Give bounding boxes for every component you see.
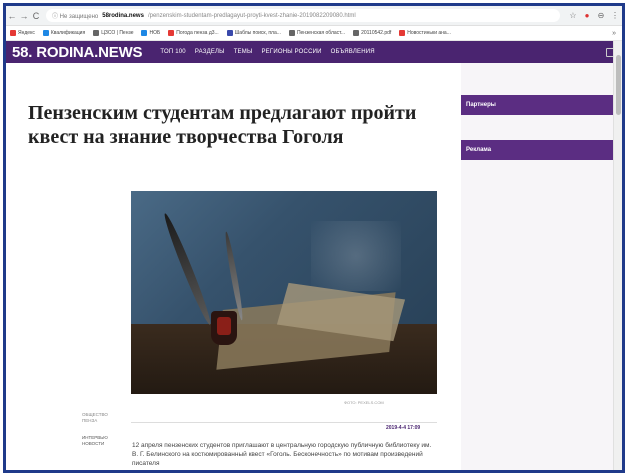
- browser-menu-icon[interactable]: ⋮: [608, 11, 622, 20]
- reload-icon[interactable]: C: [30, 11, 42, 21]
- back-icon[interactable]: ←: [6, 11, 18, 21]
- menu-item-topics[interactable]: ТЕМЫ: [234, 49, 253, 55]
- bookmark-item[interactable]: 20110542.pdf: [353, 30, 391, 36]
- photo-quill: [160, 211, 215, 327]
- page-content: Пензенским студентам предлагают пройти к…: [6, 63, 622, 470]
- bookmark-favicon-icon: [353, 30, 360, 36]
- bookmark-favicon-icon: [168, 30, 175, 36]
- menu-item-top100[interactable]: ТОП 100: [160, 49, 185, 55]
- bookmark-item[interactable]: Яндекс: [10, 30, 35, 36]
- bookmark-favicon-icon: [93, 30, 100, 36]
- article-tags-meta: ИНТЕРВЬЮ НОВОСТИ: [82, 435, 122, 447]
- meta-sub[interactable]: ПЕНЗА: [82, 418, 122, 424]
- bookmark-favicon-icon: [10, 30, 16, 36]
- article-section-meta: ОБЩЕСТВО ПЕНЗА: [82, 412, 122, 424]
- bookmark-favicon-icon: [288, 30, 295, 36]
- security-indicator[interactable]: ⓘ Не защищено: [52, 11, 98, 20]
- menu-item-sections[interactable]: РАЗДЕЛЫ: [195, 49, 225, 55]
- scrollbar[interactable]: [613, 41, 622, 470]
- url-host: 58rodina.news: [102, 12, 144, 19]
- divider: [131, 422, 437, 423]
- forward-icon[interactable]: →: [18, 11, 30, 21]
- bookmark-favicon-icon: [141, 30, 148, 36]
- bookmark-item[interactable]: НОБ: [141, 30, 160, 36]
- bookmark-item[interactable]: ЦЗСО | Пензе: [93, 30, 133, 36]
- bookmarks-bar: Яндекс Квалификация ЦЗСО | Пензе НОБ Пог…: [6, 26, 622, 41]
- menu-item-ads[interactable]: ОБЪЯВЛЕНИЯ: [331, 49, 375, 55]
- sidebar-partners-header: Партнеры: [461, 95, 619, 115]
- url-field[interactable]: ⓘ Не защищено 58rodina.news /penzenskim-…: [46, 9, 560, 22]
- bookmark-favicon-icon: [226, 30, 233, 36]
- article-photo: [131, 191, 437, 394]
- scrollbar-thumb[interactable]: [616, 55, 621, 115]
- article-headline: Пензенским студентам предлагают пройти к…: [28, 102, 417, 148]
- browser-window: ← → C ⓘ Не защищено 58rodina.news /penze…: [3, 3, 625, 473]
- bookmark-item[interactable]: Шаблы поиск, пла...: [226, 30, 281, 36]
- sidebar-ads-header: Реклама: [461, 140, 619, 160]
- bookmark-item[interactable]: Пензенская област...: [288, 30, 345, 36]
- menu-item-regions[interactable]: РЕГИОНЫ РОССИИ: [261, 49, 321, 55]
- site-header: 58. RODINA.NEWS ТОП 100 РАЗДЕЛЫ ТЕМЫ РЕГ…: [6, 41, 622, 63]
- photo-credit: ФОТО: PEXELS.COM: [344, 400, 384, 405]
- article-date: 2019-4-4 17:09: [386, 425, 421, 431]
- address-bar: ← → C ⓘ Не защищено 58rodina.news /penze…: [6, 6, 622, 26]
- main-menu: ТОП 100 РАЗДЕЛЫ ТЕМЫ РЕГИОНЫ РОССИИ ОБЪЯ…: [160, 49, 374, 55]
- site-logo[interactable]: 58. RODINA.NEWS: [12, 44, 143, 61]
- article-lead: 12 апреля пензенских студентов приглашаю…: [132, 442, 432, 467]
- photo-inkwell: [211, 311, 237, 345]
- bookmark-item[interactable]: Квалификация: [42, 30, 85, 36]
- bookmarks-overflow-icon[interactable]: »: [612, 30, 622, 37]
- sidebar: Партнеры Реклама: [461, 63, 619, 470]
- bookmark-favicon-icon: [399, 30, 406, 36]
- extension-icon[interactable]: ●: [580, 11, 594, 20]
- meta-tag[interactable]: НОВОСТИ: [82, 441, 122, 447]
- photo-quill-2: [223, 231, 245, 321]
- profile-icon[interactable]: ⊖: [594, 11, 608, 20]
- bookmark-item[interactable]: Погода пенза д3...: [168, 30, 219, 36]
- bookmark-item[interactable]: Новостиньки ана...: [399, 30, 451, 36]
- bookmark-favicon-icon: [42, 30, 49, 36]
- url-path: /penzenskim-studentam-predlagayut-proyti…: [147, 12, 356, 19]
- bookmark-star-icon[interactable]: ☆: [566, 11, 580, 20]
- photo-light: [311, 221, 401, 291]
